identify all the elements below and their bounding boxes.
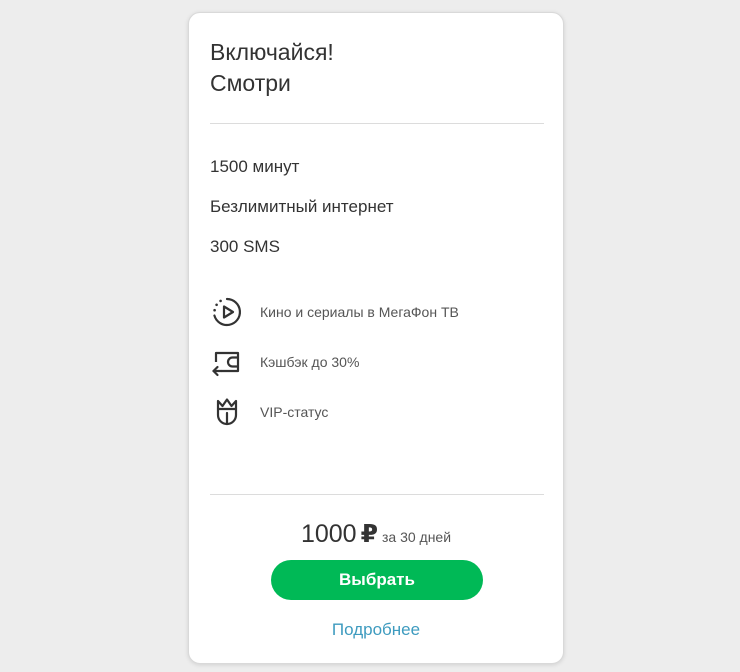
play-circle-icon [210,295,244,329]
service-item-cashback: Кэшбэк до 30% [210,345,459,379]
service-label: Кино и сериалы в МегаФон ТВ [260,304,459,320]
cashback-wallet-icon [210,345,244,379]
service-item-tv: Кино и сериалы в МегаФон ТВ [210,295,459,329]
select-button[interactable]: Выбрать [271,560,483,600]
service-label: Кэшбэк до 30% [260,354,360,370]
feature-minutes: 1500 минут [210,157,300,176]
divider [210,494,544,495]
service-item-vip: VIP-статус [210,395,459,429]
services-list: Кино и сериалы в МегаФон ТВ Кэшбэк до 30… [210,295,459,445]
tariff-title-line1: Включайся! [210,39,334,65]
divider [210,123,544,124]
more-details-link[interactable]: Подробнее [189,620,563,640]
price-currency: ₽ [360,520,378,548]
crown-status-icon [210,395,244,429]
tariff-title-line2: Смотри [210,70,291,96]
feature-internet: Безлимитный интернет [210,197,394,216]
price-amount: 1000 [300,520,357,548]
price: 1000 ₽ за 30 дней [189,519,563,549]
service-label: VIP-статус [260,404,329,420]
price-period: за 30 дней [381,529,452,545]
tariff-title: Включайся! Смотри [210,37,530,99]
feature-sms: 300 SMS [210,237,280,256]
features-list: 1500 минут Безлимитный интернет 300 SMS [210,157,394,277]
tariff-card: Включайся! Смотри 1500 минут Безлимитный… [188,12,564,664]
